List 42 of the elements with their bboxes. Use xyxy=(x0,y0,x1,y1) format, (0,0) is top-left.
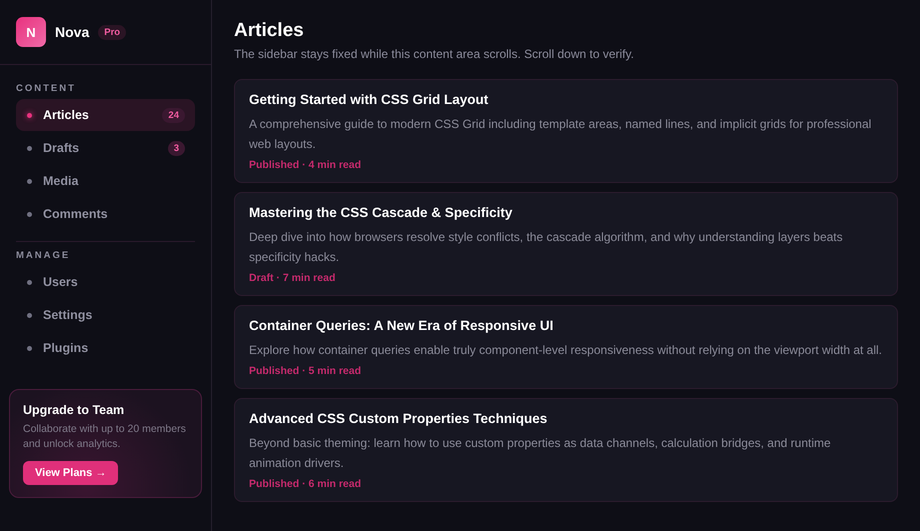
nav-item[interactable]: Plugins xyxy=(16,332,195,364)
page-title: Articles xyxy=(234,20,305,42)
article-meta: Published · 5 min read xyxy=(249,365,362,377)
section-label: CONTENT xyxy=(16,83,77,94)
upgrade-text: Collaborate with up to 20 members and unlock analytics. xyxy=(23,422,187,452)
article-title: Getting Started with CSS Grid Layout xyxy=(249,92,490,107)
article-title: Container Queries: A New Era of Responsive UI xyxy=(249,318,554,333)
brand-name: Nova xyxy=(55,24,90,40)
upgrade-title: Upgrade to Team xyxy=(23,403,126,417)
article-description: Deep dive into how browsers resolve style conflicts, the cascade algorithm, and why understanding layers beats specificity hacks. xyxy=(249,229,844,266)
nav-item[interactable]: Drafts 3 xyxy=(16,132,195,164)
dot-icon xyxy=(27,112,32,118)
plan-badge: Pro xyxy=(98,24,126,40)
article-card[interactable]: Getting Started with CSS Grid Layout A comprehensive guide to modern CSS Grid including template areas, named lines, and implicit grids for professional web layouts. Published · 4 min read xyxy=(234,79,898,183)
count-badge: 24 xyxy=(162,108,185,122)
nav-item[interactable]: Comments xyxy=(16,198,195,230)
nav-item[interactable]: Settings xyxy=(16,299,195,331)
page-subtitle: The sidebar stays fixed while this content area scrolls. Scroll down to verify. xyxy=(234,47,635,61)
article-card[interactable]: Container Queries: A New Era of Responsive UI Explore how container queries enable truly component-level responsiveness without relying on the viewport width at all. Published · 5 min read xyxy=(234,305,898,389)
article-description: A comprehensive guide to modern CSS Grid including template areas, named lines, and implicit grids for professional web layouts. xyxy=(249,116,872,153)
nav-item[interactable]: Articles 24 xyxy=(16,99,195,131)
article-description: Beyond basic theming: learn how to use custom properties as data channels, calculation bridges, and runtime animation drivers. xyxy=(249,435,832,472)
article-card[interactable]: Mastering the CSS Cascade & Specificity Deep dive into how browsers resolve style conflicts, the cascade algorithm, and why understanding layers beats specificity hacks. Draft · 7 min read xyxy=(234,192,898,296)
dot-icon xyxy=(27,280,32,284)
article-title: Advanced CSS Custom Properties Techniques xyxy=(249,411,548,426)
dot-icon xyxy=(27,178,32,184)
dot-icon xyxy=(27,312,32,318)
view-plans-button[interactable]: View Plans → xyxy=(23,461,118,485)
nav-item[interactable]: Media xyxy=(16,165,195,197)
article-title: Mastering the CSS Cascade & Specificity xyxy=(249,205,514,220)
section-label: MANAGE xyxy=(16,250,72,261)
article-meta: Published · 6 min read xyxy=(249,478,362,490)
dot-icon xyxy=(27,146,32,150)
dot-icon xyxy=(27,212,32,216)
article-meta: Draft · 7 min read xyxy=(249,272,336,284)
dot-icon xyxy=(27,346,32,350)
article-meta: Published · 4 min read xyxy=(249,159,362,171)
count-badge: 3 xyxy=(168,140,185,156)
logo-icon: N xyxy=(16,17,46,47)
article-card[interactable]: Advanced CSS Custom Properties Techniques Beyond basic theming: learn how to use custom properties as data channels, calculation bridges, and runtime animation drivers. Published · 6 min read xyxy=(234,398,898,502)
article-description: Explore how container queries enable truly component-level responsiveness without relying on the viewport width at all. xyxy=(249,342,883,359)
nav-item[interactable]: Users xyxy=(16,266,195,298)
